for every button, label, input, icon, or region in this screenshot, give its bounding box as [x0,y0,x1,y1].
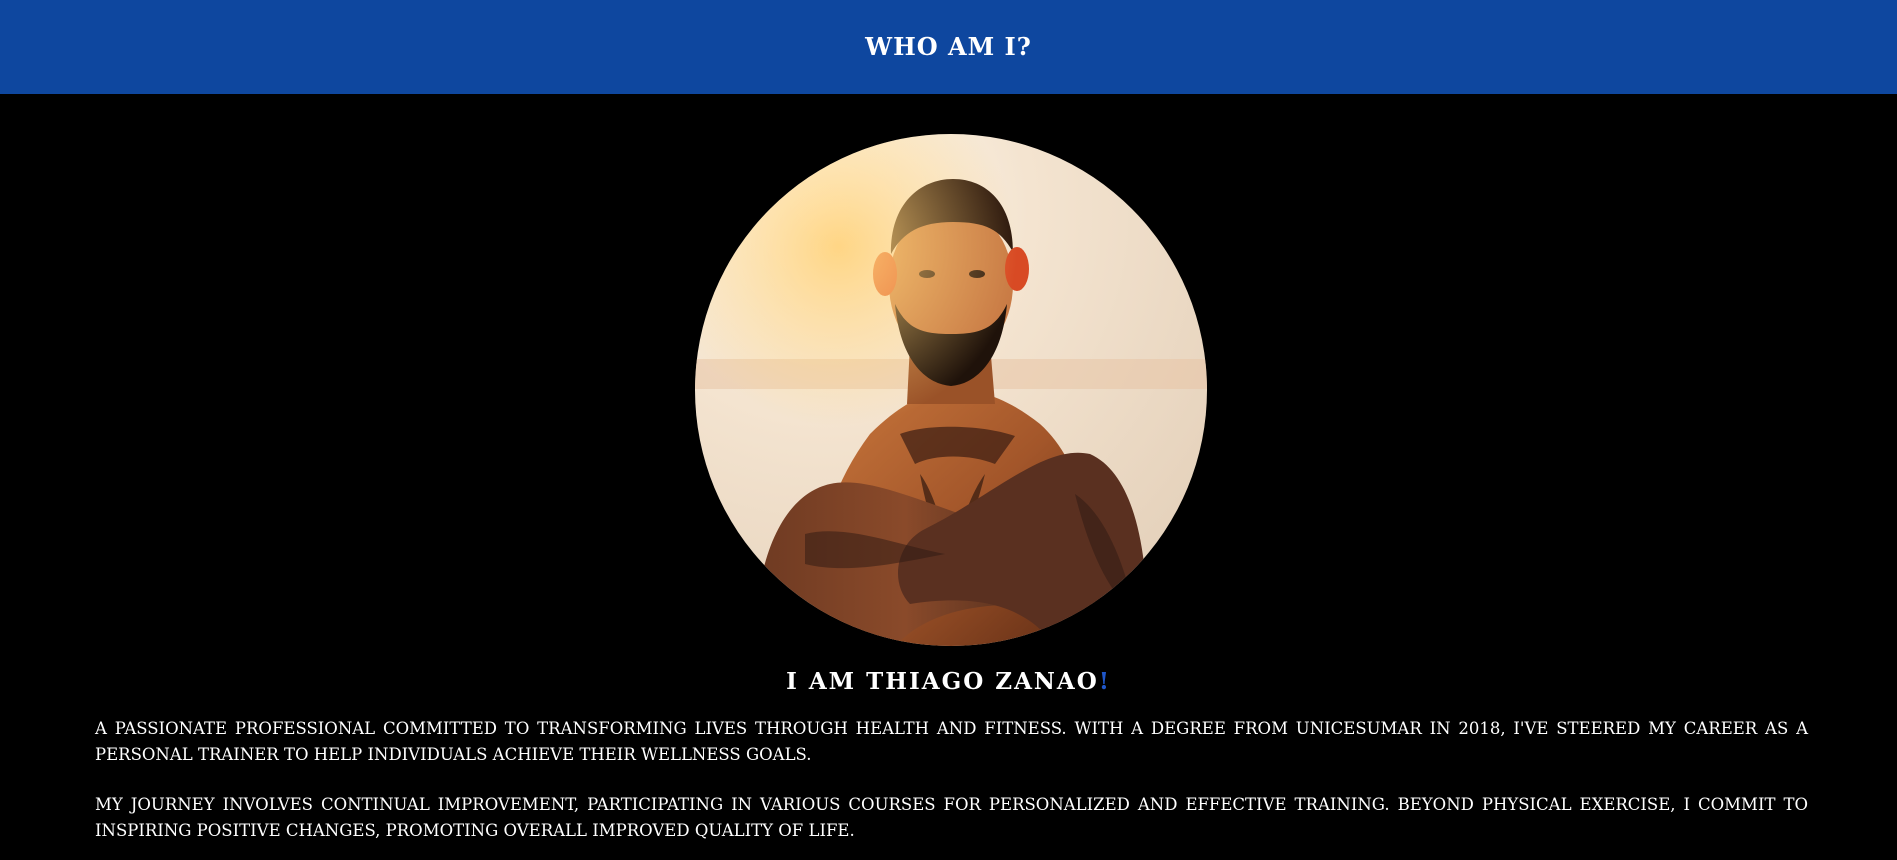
bio-paragraph-1: A PASSIONATE PROFESSIONAL COMMITTED TO T… [95,719,1808,764]
name-heading: I AM THIAGO ZANAO! [0,668,1897,695]
about-section: I AM THIAGO ZANAO! A PASSIONATE PROFESSI… [0,94,1897,860]
page-title: WHO AM I? [865,31,1032,61]
header-bar: WHO AM I? [0,0,1897,94]
name-text: I AM THIAGO ZANAO [786,668,1099,695]
bio-paragraph-2: MY JOURNEY INVOLVES CONTINUAL IMPROVEMEN… [95,795,1808,840]
portrait-photo [695,134,1207,646]
name-accent: ! [1098,668,1111,695]
